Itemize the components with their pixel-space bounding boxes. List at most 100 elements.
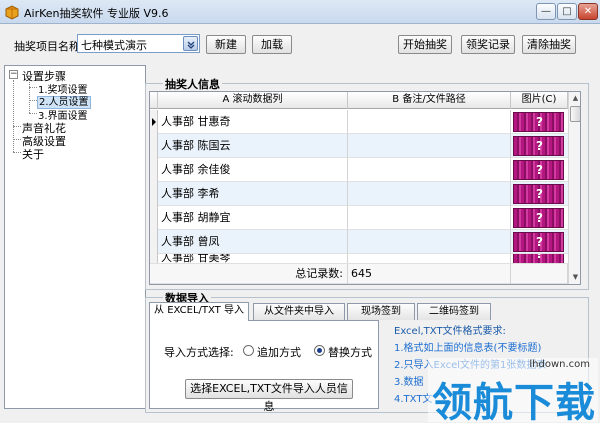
scroll-thumb[interactable] [570,106,580,122]
tab-qrcode-checkin[interactable]: 二维码签到 [417,303,491,320]
row-header [150,254,158,263]
row-header [150,134,158,158]
placeholder-image-icon[interactable]: ? [513,208,564,228]
table-header: A 滚动数据列 B 备注/文件路径 图片(C) [150,92,580,109]
row-pointer-icon [150,110,158,134]
scroll-down-icon[interactable]: ▼ [570,272,580,283]
watermark-site: lhdown.com [529,359,590,370]
clear-draw-button[interactable]: 清除抽奖 [522,35,576,54]
picture-question-mark: ? [536,187,543,201]
project-select[interactable]: 七种模式演示 [77,34,200,53]
column-header-b[interactable]: B 备注/文件路径 [348,92,511,109]
close-button[interactable]: ✕ [578,3,598,20]
picture-question-mark: ? [536,139,543,153]
append-mode-label[interactable]: 追加方式 [257,344,301,360]
table-row[interactable]: 人事部 甘惠奇 ? [150,110,568,134]
summary-empty-cell [511,264,568,284]
project-name-label: 抽奖项目名称 [14,40,80,53]
site-watermark: lhdown.com 领航下载 [428,358,598,423]
cell-name[interactable]: 人事部 曾凤 [158,230,348,254]
cell-note[interactable] [348,158,511,182]
cell-note[interactable] [348,110,511,134]
table-vertical-scrollbar[interactable]: ▲ ▼ [568,92,580,284]
settings-tree: − 设置步骤 1.奖项设置 2.人员设置 3.界面设置 声音礼花 高级设置 关于 [4,65,146,409]
row-header [150,230,158,254]
tree-connector [29,100,37,101]
cell-name[interactable]: 人事部 余佳俊 [158,158,348,182]
picture-question-mark: ? [536,211,543,225]
format-requirement-3: 3.数据 [394,377,424,388]
cell-note[interactable] [348,206,511,230]
row-header [150,182,158,206]
picture-question-mark: ? [536,254,543,261]
format-requirement-1: 1.格式如上面的信息表(不要标题) [394,343,542,354]
table-row[interactable]: 人事部 陈国云 ? [150,134,568,158]
participant-info-title: 抽奖人信息 [163,76,222,92]
cell-note[interactable] [348,254,511,263]
row-header-corner [150,92,158,109]
tab-folder-import[interactable]: 从文件夹中导入 [253,303,345,320]
tree-connector [13,139,21,140]
placeholder-image-icon[interactable]: ? [513,254,564,263]
tree-item-about[interactable]: 关于 [22,146,44,162]
cell-name[interactable]: 人事部 李希 [158,182,348,206]
placeholder-image-icon[interactable]: ? [513,112,564,132]
cell-note[interactable] [348,182,511,206]
maximize-button[interactable]: □ [557,3,577,20]
table-row[interactable]: 人事部 甘美琴 ? [150,254,568,264]
cell-name[interactable]: 人事部 陈国云 [158,134,348,158]
format-requirement-4: 4.TXT文 [394,394,433,405]
row-header [150,158,158,182]
tree-connector [13,126,21,127]
table-row[interactable]: 人事部 余佳俊 ? [150,158,568,182]
tree-connector [29,80,30,113]
replace-mode-label[interactable]: 替换方式 [328,344,372,360]
watermark-text: 领航下载 [432,380,596,423]
placeholder-image-icon[interactable]: ? [513,136,564,156]
title-bar: AirKen抽奖软件 专业版 V9.6 — □ ✕ [0,0,600,24]
minimize-button[interactable]: — [536,3,556,20]
tree-connector [13,80,14,152]
tab-excel-txt-import[interactable]: 从 EXCEL/TXT 导入 [149,302,249,321]
picture-question-mark: ? [536,235,543,249]
picture-question-mark: ? [536,115,543,129]
table-row[interactable]: 人事部 李希 ? [150,182,568,206]
chevron-down-icon[interactable] [183,36,198,51]
new-button[interactable]: 新建 [206,35,246,54]
project-select-value: 七种模式演示 [81,39,147,52]
import-mode-label: 导入方式选择: [164,346,234,359]
cell-note[interactable] [348,230,511,254]
cell-name[interactable]: 人事部 甘美琴 [158,254,348,263]
total-records-label: 总记录数: [158,264,348,284]
format-requirement-title: Excel,TXT文件格式要求: [394,326,506,337]
window-title: AirKen抽奖软件 专业版 V9.6 [24,7,169,20]
collapse-icon[interactable]: − [9,70,18,79]
column-header-picture[interactable]: 图片(C) [511,92,568,109]
scroll-up-icon[interactable]: ▲ [570,93,580,104]
participant-table: A 滚动数据列 B 备注/文件路径 图片(C) 人事部 甘惠奇 ? 人事部 陈国… [149,91,581,285]
table-row[interactable]: 人事部 曾凤 ? [150,230,568,254]
picture-question-mark: ? [536,163,543,177]
table-row[interactable]: 人事部 胡静宜 ? [150,206,568,230]
load-button[interactable]: 加载 [252,35,292,54]
row-header [150,206,158,230]
cell-name[interactable]: 人事部 胡静宜 [158,206,348,230]
placeholder-image-icon[interactable]: ? [513,160,564,180]
replace-mode-radio[interactable] [314,345,325,356]
placeholder-image-icon[interactable]: ? [513,184,564,204]
tree-connector [29,87,37,88]
import-file-button[interactable]: 选择EXCEL,TXT文件导入人员信息 [185,379,353,413]
app-logo-icon [5,5,19,20]
cell-note[interactable] [348,134,511,158]
summary-row: 总记录数: 645 [150,264,568,284]
tree-item-people-settings[interactable]: 2.人员设置 [37,93,91,109]
column-header-a[interactable]: A 滚动数据列 [158,92,348,109]
total-records-value: 645 [348,264,511,284]
placeholder-image-icon[interactable]: ? [513,232,564,252]
cell-name[interactable]: 人事部 甘惠奇 [158,110,348,134]
tab-onsite-checkin[interactable]: 现场签到 [347,303,415,320]
tree-connector [13,152,21,153]
append-mode-radio[interactable] [243,345,254,356]
prize-record-button[interactable]: 领奖记录 [461,35,515,54]
start-draw-button[interactable]: 开始抽奖 [398,35,452,54]
